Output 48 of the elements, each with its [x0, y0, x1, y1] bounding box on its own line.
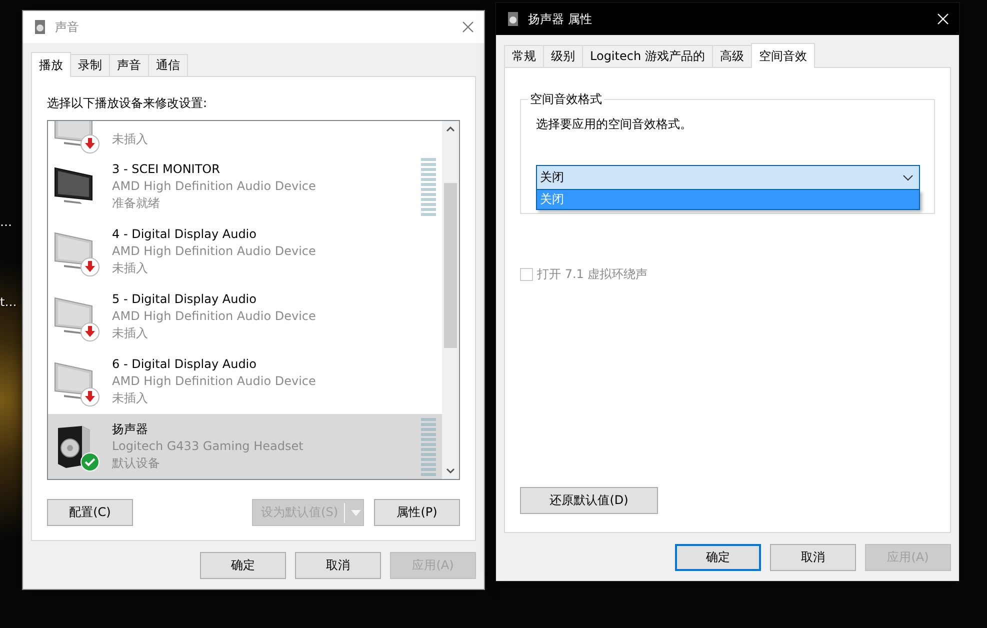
- instruction-text: 选择以下播放设备来修改设置:: [47, 95, 208, 112]
- level-meter-icon: [421, 418, 436, 476]
- device-status: 默认设备: [112, 455, 161, 472]
- desktop-icon-label[interactable]: t…: [0, 295, 17, 309]
- caret-icon: [351, 510, 361, 516]
- device-name: 6 - Digital Display Audio: [112, 356, 258, 373]
- device-status: 准备就绪: [112, 195, 161, 212]
- chevron-down-icon: [903, 174, 913, 180]
- device-name: 4 - Digital Display Audio: [112, 226, 258, 243]
- device-row[interactable]: 6 - Digital Display Audio AMD High Definition Audio Device 未插入: [48, 349, 442, 414]
- button[interactable]: 取消: [770, 544, 856, 571]
- level-meter-icon: [421, 158, 436, 216]
- button[interactable]: 属性(P): [374, 499, 460, 526]
- device-description: Logitech G433 Gaming Headset: [112, 438, 304, 455]
- button[interactable]: 取消: [295, 552, 381, 579]
- tab[interactable]: 播放: [31, 52, 71, 77]
- device-description: AMD High Definition Audio Device: [112, 178, 317, 195]
- format-dropdown[interactable]: 关闭: [536, 165, 920, 190]
- device-row[interactable]: 未插入: [48, 121, 442, 154]
- device-row[interactable]: 扬声器 Logitech G433 Gaming Headset 默认设备: [48, 414, 442, 479]
- device-status: 未插入: [112, 131, 149, 148]
- desktop-icon-label[interactable]: …: [0, 215, 17, 229]
- device-description: AMD High Definition Audio Device: [112, 308, 317, 325]
- speaker-icon: [506, 11, 520, 27]
- device-name: 3 - SCEI MONITOR: [112, 161, 221, 178]
- speaker-icon: [33, 19, 47, 35]
- button[interactable]: 配置(C): [47, 499, 133, 526]
- button[interactable]: 确定: [200, 552, 286, 579]
- device-status: 未插入: [112, 390, 149, 407]
- tab[interactable]: 空间音效: [750, 43, 815, 68]
- button[interactable]: 确定: [675, 544, 761, 571]
- device-row[interactable]: 5 - Digital Display Audio AMD High Definition Audio Device 未插入: [48, 284, 442, 349]
- window-title: 扬声器 属性: [528, 10, 593, 28]
- device-status: 未插入: [112, 325, 149, 342]
- device-row[interactable]: 3 - SCEI MONITOR AMD High Definition Audio Device 准备就绪: [48, 154, 442, 219]
- scrollbar[interactable]: [442, 121, 459, 479]
- window-title: 声音: [55, 18, 80, 36]
- group-title: 空间音效格式: [529, 91, 603, 108]
- device-description: AMD High Definition Audio Device: [112, 373, 317, 390]
- hint-text: 选择要应用的空间音效格式。: [536, 116, 693, 133]
- tab[interactable]: 常规: [504, 45, 544, 67]
- device-name: 5 - Digital Display Audio: [112, 291, 258, 308]
- device-row[interactable]: 4 - Digital Display Audio AMD High Definition Audio Device 未插入: [48, 219, 442, 284]
- device-description: AMD High Definition Audio Device: [112, 243, 317, 260]
- tab[interactable]: 通信: [148, 54, 188, 76]
- device-status: 未插入: [112, 260, 149, 277]
- reset-button[interactable]: 还原默认值(D): [520, 487, 658, 514]
- device-name: 扬声器: [112, 421, 149, 438]
